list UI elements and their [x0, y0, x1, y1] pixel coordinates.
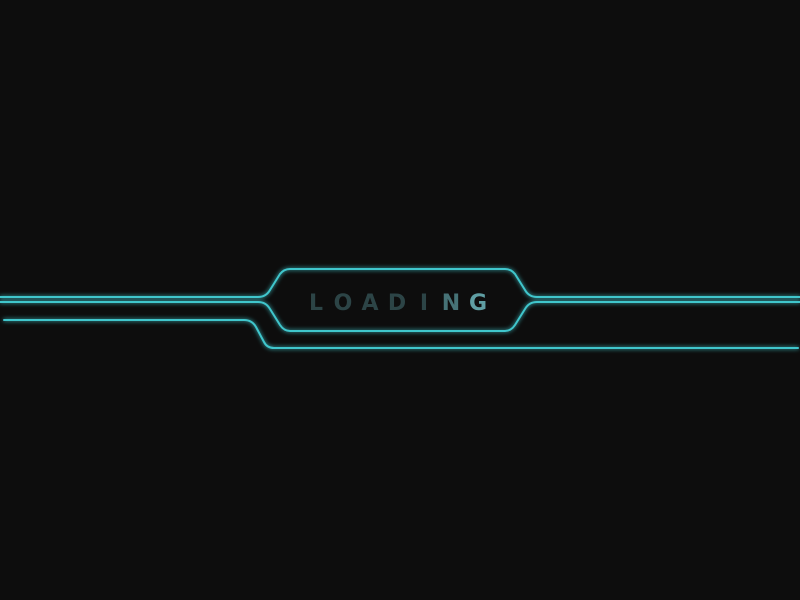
- loading-letter: L: [309, 291, 323, 316]
- loading-letter: A: [361, 291, 378, 316]
- neon-line-lower: [3, 319, 799, 349]
- loading-letter: G: [469, 291, 487, 316]
- loading-label: LOADING: [309, 291, 487, 316]
- loading-letter: D: [388, 291, 406, 316]
- loading-screen: LOADING: [0, 0, 800, 600]
- loading-letter: N: [442, 291, 460, 316]
- loading-letter: I: [420, 291, 428, 316]
- loading-graphic: LOADING: [0, 268, 800, 349]
- loading-letter: O: [334, 291, 353, 316]
